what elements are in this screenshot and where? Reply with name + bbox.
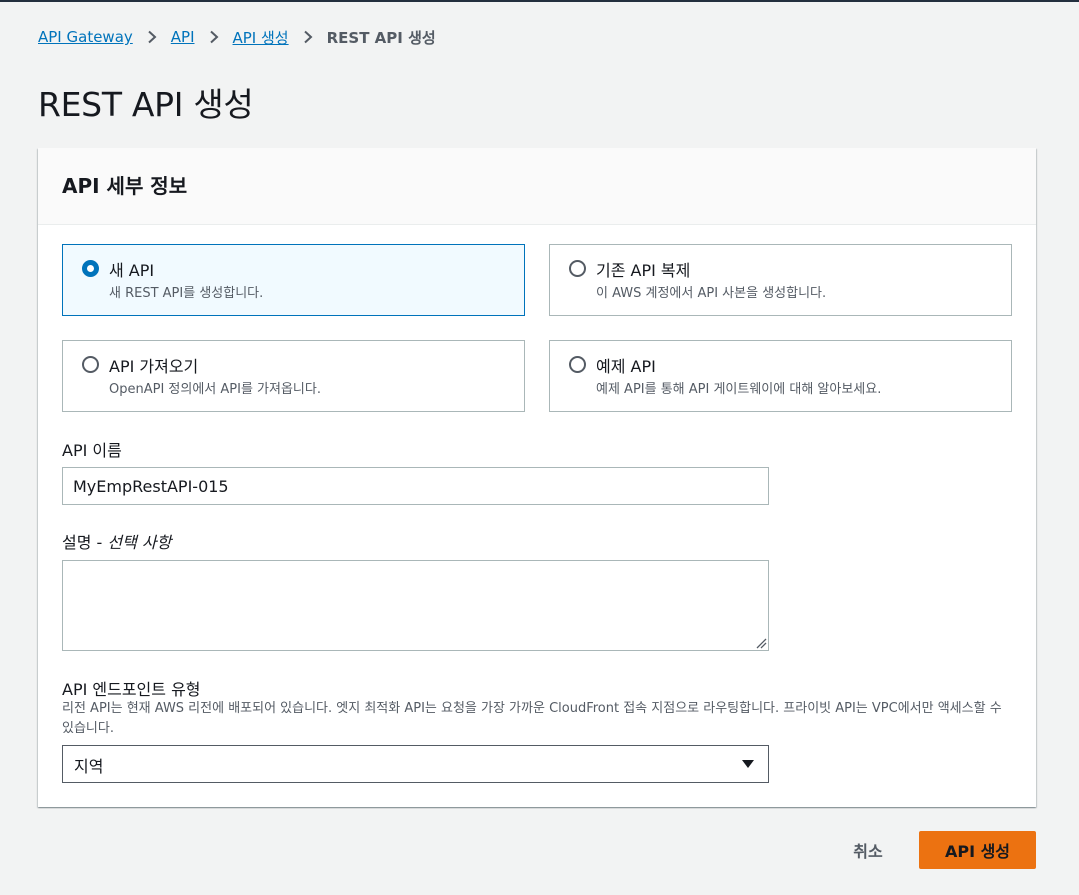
description-label-text: 설명 - — [62, 533, 108, 552]
chevron-right-icon — [295, 26, 321, 48]
top-border — [0, 0, 1079, 2]
create-api-button[interactable]: API 생성 — [919, 831, 1036, 869]
panel-title: API 세부 정보 — [62, 174, 188, 198]
option-label: API 가져오기 — [109, 357, 199, 376]
breadcrumb-link-api-gateway[interactable]: API Gateway — [38, 28, 133, 46]
option-description: 이 AWS 계정에서 API 사본을 생성합니다. — [596, 286, 827, 301]
option-description: OpenAPI 정의에서 API를 가져옵니다. — [109, 382, 321, 397]
endpoint-type-value: 지역 — [74, 757, 104, 776]
breadcrumb-link-create-api[interactable]: API 생성 — [233, 27, 289, 48]
description-optional-text: 선택 사항 — [107, 533, 172, 552]
option-label: 기존 API 복제 — [596, 261, 691, 280]
api-details-panel: API 세부 정보 새 API 새 REST API를 생성합니다. 기존 AP… — [38, 148, 1036, 807]
breadcrumb: API Gateway API API 생성 REST API 생성 — [38, 26, 436, 48]
option-tile-clone-api[interactable]: 기존 API 복제 이 AWS 계정에서 API 사본을 생성합니다. — [549, 244, 1012, 316]
radio-icon[interactable] — [569, 260, 586, 277]
option-label: 새 API — [109, 261, 155, 280]
option-description: 예제 API를 통해 API 게이트웨이에 대해 알아보세요. — [596, 382, 882, 397]
endpoint-type-select[interactable]: 지역 — [62, 745, 769, 783]
description-label: 설명 - 선택 사항 — [62, 529, 171, 553]
endpoint-type-label: API 엔드포인트 유형 — [62, 680, 201, 699]
chevron-right-icon — [139, 26, 165, 48]
option-description: 새 REST API를 생성합니다. — [109, 286, 264, 301]
option-tile-new-api[interactable]: 새 API 새 REST API를 생성합니다. — [62, 244, 525, 316]
option-tile-import-api[interactable]: API 가져오기 OpenAPI 정의에서 API를 가져옵니다. — [62, 340, 525, 412]
chevron-right-icon — [201, 26, 227, 48]
radio-selected-icon[interactable] — [82, 260, 99, 277]
page-title: REST API 생성 — [38, 85, 254, 124]
option-tile-example-api[interactable]: 예제 API 예제 API를 통해 API 게이트웨이에 대해 알아보세요. — [549, 340, 1012, 412]
option-label: 예제 API — [596, 357, 656, 376]
breadcrumb-current: REST API 생성 — [326, 28, 436, 47]
panel-header: API 세부 정보 — [38, 148, 1036, 225]
caret-down-icon — [742, 760, 754, 768]
api-name-label: API 이름 — [62, 441, 122, 460]
endpoint-type-description: 리전 API는 현재 AWS 리전에 배포되어 있습니다. 엣지 최적화 API… — [62, 701, 1002, 736]
radio-icon[interactable] — [82, 356, 99, 373]
description-textarea[interactable] — [62, 560, 769, 651]
api-name-input[interactable] — [62, 467, 769, 505]
cancel-button[interactable]: 취소 — [837, 834, 899, 866]
breadcrumb-link-api[interactable]: API — [171, 28, 195, 46]
radio-icon[interactable] — [569, 356, 586, 373]
resize-grip-icon[interactable] — [755, 637, 767, 649]
